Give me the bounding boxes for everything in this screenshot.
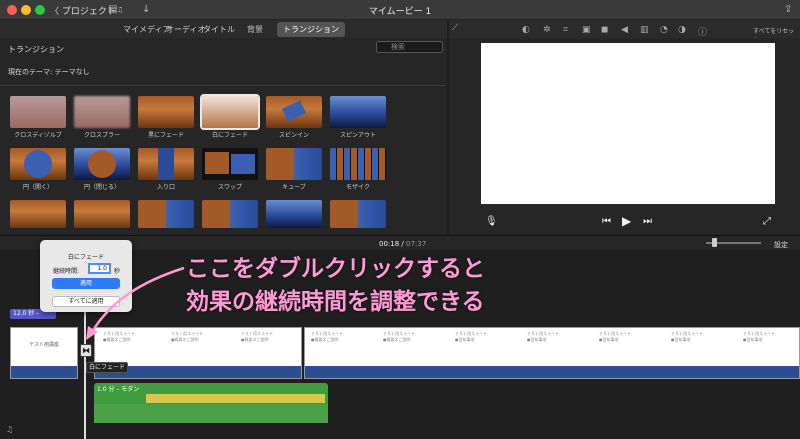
tab-titles[interactable]: タイトル [203, 24, 235, 35]
transition-thumb-swap[interactable] [202, 148, 258, 180]
clip-text: ●告知事項 [743, 337, 763, 342]
transition-label: スピンイン [278, 132, 309, 139]
transition-label: 円（開く） [22, 184, 53, 191]
play-icon[interactable]: ▶ [622, 214, 631, 228]
transition-label: 白にフェード [211, 132, 248, 139]
annotation-line-1: ここをダブルクリックすると [186, 256, 485, 282]
magic-wand-icon[interactable]: ⟋ [452, 23, 458, 33]
settings-button[interactable]: 設定 [774, 240, 788, 250]
stabilization-icon[interactable]: ▣ [582, 25, 591, 35]
transition-label: スワップ [217, 184, 242, 191]
import-arrow-icon[interactable]: ↓ [142, 4, 150, 15]
clip-filter-icon[interactable]: ⓘ [698, 25, 707, 38]
audio-clip-label: 1.0 分 – モダン [97, 386, 140, 393]
clip-waveform [11, 366, 77, 378]
transition-tooltip: 白にフェード [86, 362, 128, 373]
transition-label: 黒にフェード [147, 132, 184, 139]
zoom-slider-knob[interactable] [712, 238, 717, 247]
transition-thumb-cross-dissolve[interactable] [10, 96, 66, 128]
transition-thumb[interactable] [202, 200, 258, 228]
transition-thumb[interactable] [74, 200, 130, 228]
transition-thumb[interactable] [266, 200, 322, 228]
microphone-icon[interactable]: 🎙︎ [485, 216, 498, 227]
audio-waveform-peak [146, 394, 325, 403]
transition-thumb-mosaic[interactable] [330, 148, 386, 180]
music-note-icon[interactable]: ♫ [117, 6, 123, 14]
annotation-line-2: 効果の継続時間を調整できる [186, 289, 485, 315]
current-time: 00:18 [379, 240, 400, 248]
transition-thumb-cross-blur[interactable] [74, 96, 130, 128]
title-clip-text: テスト用講座 [29, 342, 60, 348]
transition-label: 円（閉じる） [83, 184, 120, 191]
video-clip[interactable]: テスト用スライド ●概要のご説明 テスト用スライド ●概要のご説明 テスト用スラ… [304, 327, 800, 379]
clip-text: ●告知事項 [527, 337, 547, 342]
divider [0, 85, 445, 86]
transition-thumb[interactable] [138, 200, 194, 228]
browser-title: トランジション [8, 45, 64, 54]
clip-text: ●告知事項 [671, 337, 691, 342]
clip-waveform [305, 366, 799, 378]
transition-thumb[interactable] [330, 200, 386, 228]
theme-label: 現在のテーマ: テーマなし [8, 68, 90, 76]
audio-waveform [94, 404, 328, 423]
search-input[interactable]: 検索 [376, 41, 443, 53]
tab-my-media[interactable]: マイメディア [123, 24, 170, 35]
share-icon[interactable]: ⇪ [784, 4, 792, 15]
skip-back-icon[interactable]: ⏮︎ [602, 216, 611, 227]
color-correction-icon[interactable]: ✲ [543, 25, 551, 35]
speed-icon[interactable]: ◔ [660, 25, 668, 35]
transition-thumb-fade-to-white[interactable] [202, 96, 258, 128]
fullscreen-icon[interactable]: ⤢ [763, 216, 771, 227]
duration-label: 継続時間: [53, 268, 80, 275]
camera-icon[interactable]: ◼ [601, 25, 608, 35]
color-balance-icon[interactable]: ◐ [522, 25, 530, 35]
equalizer-icon[interactable]: ▥ [640, 25, 649, 35]
preview-canvas [481, 43, 775, 204]
popover-title: 白にフェード [67, 254, 104, 261]
music-track-icon: ♫ [6, 425, 14, 434]
crop-icon[interactable]: ⌗ [563, 25, 568, 35]
browser-tab-bar: マイメディア オーディオ タイトル 背景 トランジション [0, 20, 447, 38]
annotation-arrow [86, 266, 185, 340]
transition-thumb-cube[interactable] [266, 148, 322, 180]
transition-label: モザイク [346, 184, 370, 191]
transition-thumb-doorway[interactable] [138, 148, 194, 180]
timecode: 00:18 / 07:37 [379, 240, 427, 248]
transition-label: スピンアウト [339, 132, 376, 139]
transition-label: クロスディゾルブ [14, 132, 62, 139]
transition-thumb-circle-close[interactable] [74, 148, 130, 180]
transition-thumb-circle-open[interactable] [10, 148, 66, 180]
transition-icon[interactable]: ⧓ [80, 344, 92, 357]
clip-text: ●告知事項 [455, 337, 475, 342]
noise-reduction-icon[interactable]: ◑ [678, 25, 686, 35]
transition-thumb-spin-out[interactable] [330, 96, 386, 128]
title-clip[interactable]: テスト用講座 [10, 327, 78, 379]
total-time: 07:37 [406, 240, 427, 248]
clip-text: ●概要のご説明 [383, 337, 411, 342]
transition-label: 入り口 [156, 184, 175, 191]
volume-icon[interactable]: ◀ [621, 25, 628, 35]
transition-label: クロスブラー [83, 132, 120, 139]
clip-text: ●概要のご説明 [241, 337, 269, 342]
clip-text: ●概要のご説明 [311, 337, 339, 342]
tab-transitions[interactable]: トランジション [277, 22, 345, 37]
transition-thumb-fade-to-black[interactable] [138, 96, 194, 128]
clip-text: ●告知事項 [599, 337, 619, 342]
transition-thumb-spin-in[interactable] [266, 96, 322, 128]
transition-label: キューブ [282, 184, 306, 191]
transition-thumb[interactable] [10, 200, 66, 228]
tab-backgrounds[interactable]: 背景 [247, 24, 263, 35]
tab-audio[interactable]: オーディオ [166, 24, 205, 35]
skip-forward-icon[interactable]: ⏭︎ [643, 216, 652, 227]
